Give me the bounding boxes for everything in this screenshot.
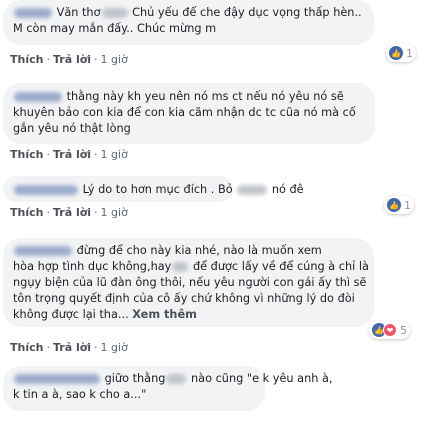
comment-bubble: giữo thằng nào cũng "e k yêu anh à, k ti…: [3, 366, 333, 411]
like-button[interactable]: Thích: [10, 206, 43, 219]
comment-text: gắn yêu nó thật lòng: [13, 122, 131, 135]
comment-text: M còn may mắn đấy.. Chúc mừng m: [13, 22, 217, 35]
author-name-redacted[interactable]: [14, 374, 100, 384]
comment-text: đừng để cho này kia nhé, nào là muốn xem: [76, 244, 322, 257]
redacted-text: [166, 374, 187, 384]
comment-text: tôn trọng quyết định của cô ấy chứ không…: [13, 292, 355, 305]
comment-text: Chủ yếu để che đậy dục vọng thấp hèn..: [132, 6, 362, 19]
comment-actions: Thích · Trả lời · 1 giờ: [10, 53, 128, 66]
author-name-redacted[interactable]: [14, 92, 62, 102]
comment-bubble: Lý do to hơn mục đích . Bỏ nó đê: [3, 176, 304, 202]
comment-text: khuyên bảo con kia để con kia cãm nhận d…: [13, 106, 356, 119]
comment-text: để được lấy về để cúng à chỉ là: [192, 260, 369, 273]
comment-text: không được lại tha...: [13, 308, 129, 321]
comment-actions: Thích · Trả lời · 1 giờ: [10, 341, 128, 354]
reaction-summary[interactable]: 👍 1: [386, 44, 416, 62]
reply-button[interactable]: Trả lời: [53, 53, 91, 66]
see-more-link[interactable]: Xem thêm: [132, 308, 197, 321]
comment-text: Lý do to hơn mục đích . Bỏ: [82, 183, 233, 196]
comment-text: giữo thằng: [104, 372, 166, 385]
reply-button[interactable]: Trả lời: [53, 341, 91, 354]
reaction-summary[interactable]: 👍 ❤ 5: [369, 321, 410, 339]
reply-button[interactable]: Trả lời: [53, 206, 91, 219]
like-button[interactable]: Thích: [10, 341, 43, 354]
author-name-redacted[interactable]: [14, 185, 78, 195]
author-name-redacted[interactable]: [14, 8, 52, 18]
reply-button[interactable]: Trả lời: [53, 148, 91, 161]
comment-bubble: đừng để cho này kia nhé, nào là muốn xem…: [3, 238, 374, 327]
author-name-redacted[interactable]: [14, 246, 72, 256]
heart-icon: ❤: [383, 323, 397, 337]
reaction-count: 1: [404, 198, 411, 212]
like-icon: 👍: [389, 46, 403, 60]
redacted-text: [101, 8, 128, 18]
comment-text: k tin a à, sao k cho a...": [13, 388, 147, 401]
comment-actions: Thích · Trả lời · 1 giờ: [10, 148, 128, 161]
like-button[interactable]: Thích: [10, 53, 43, 66]
comment-text: hòa hợp tình dục không,hay: [13, 260, 172, 273]
reaction-summary[interactable]: 👍 1: [384, 196, 414, 214]
redacted-text: [237, 185, 268, 195]
comment-text: ngụy biện của lũ đàn ông thôi, nếu yêu n…: [13, 276, 367, 289]
timestamp[interactable]: 1 giờ: [101, 53, 128, 66]
timestamp[interactable]: 1 giờ: [101, 148, 128, 161]
like-icon: 👍: [387, 198, 401, 212]
comment-actions: Thích · Trả lời · 1 giờ: [10, 206, 128, 219]
redacted-text: [172, 262, 189, 272]
comment-text: thằng này kh yeu nên nó ms ct nếu nó yêu…: [66, 90, 344, 103]
comment-bubble: thằng này kh yeu nên nó ms ct nếu nó yêu…: [3, 83, 375, 144]
comment-text: nào cũng "e k yêu anh à,: [191, 372, 333, 385]
comment-text: Văn thơ: [56, 6, 101, 19]
comment-bubble: Văn thơ Chủ yếu để che đậy dục vọng thấp…: [3, 0, 374, 45]
timestamp[interactable]: 1 giờ: [101, 341, 128, 354]
timestamp[interactable]: 1 giờ: [101, 206, 128, 219]
reaction-count: 1: [406, 46, 413, 60]
like-button[interactable]: Thích: [10, 148, 43, 161]
comment-text: nó đê: [271, 183, 304, 196]
reaction-count: 5: [400, 323, 407, 337]
